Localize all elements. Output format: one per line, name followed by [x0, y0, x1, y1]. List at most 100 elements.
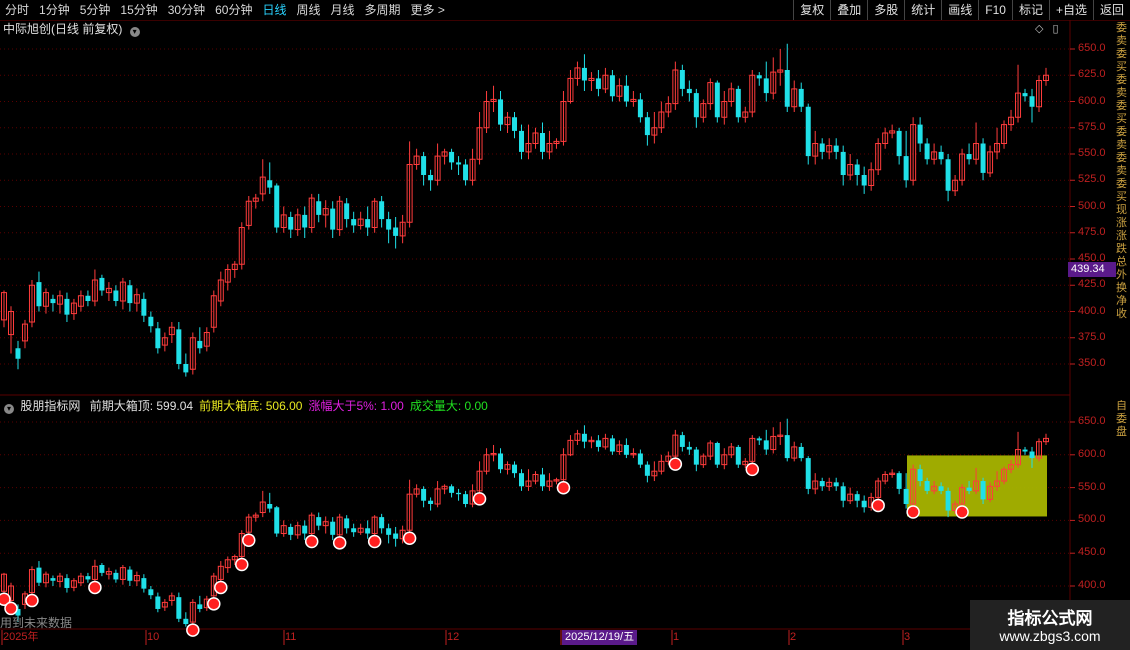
- main-candle-body: [924, 143, 930, 160]
- main-candle-body: [1029, 96, 1035, 107]
- main-candle-body: [854, 164, 860, 175]
- ind-candle-body: [85, 576, 91, 580]
- main-candle-body: [267, 180, 273, 188]
- main-candle-body: [351, 219, 357, 226]
- ind-candle-body: [113, 572, 119, 580]
- main-candle-body: [176, 329, 182, 364]
- signal-marker: [25, 593, 39, 608]
- ind-candle-body: [267, 504, 273, 509]
- ind-candle-body: [428, 500, 434, 504]
- main-candle-body: [421, 156, 427, 175]
- main-candle-body: [379, 201, 385, 220]
- ind-candle-body: [693, 449, 699, 465]
- ind-candle-body: [833, 482, 839, 487]
- ind-candle-body: [463, 494, 469, 504]
- main-candle-body: [85, 295, 91, 301]
- main-tick-label: 575.0: [1078, 120, 1106, 133]
- main-candle-body: [756, 75, 762, 79]
- main-candle-body: [644, 117, 650, 136]
- ind-candle-body: [686, 446, 692, 450]
- ind-candle-body: [609, 438, 615, 452]
- signal-marker: [207, 597, 221, 611]
- main-tick-label: 600.0: [1078, 94, 1106, 107]
- ind-candle-body: [854, 494, 860, 501]
- ind-candle-body: [176, 597, 182, 619]
- ind-candle-body: [330, 521, 336, 535]
- quote-side-column: 委卖委买委卖委买委卖委卖委买现涨涨跌总外换净收: [1116, 22, 1127, 320]
- indicator-side-column: 自委盘: [1116, 400, 1127, 438]
- signal-marker: [668, 457, 683, 471]
- main-candle-body: [714, 82, 720, 118]
- ind-candle-body: [512, 464, 518, 474]
- main-candle-body: [274, 185, 280, 228]
- ind-candle-body: [623, 444, 629, 455]
- ind-candle-body: [351, 528, 357, 533]
- main-candle-body: [686, 88, 692, 94]
- main-candle-body: [519, 130, 525, 152]
- ind-candle-body: [861, 500, 867, 508]
- main-candle-body: [798, 88, 804, 107]
- main-tick-label: 375.0: [1078, 330, 1106, 343]
- ind-candle-body: [763, 440, 769, 450]
- ind-candle-body: [595, 440, 601, 447]
- main-candle-body: [498, 99, 504, 125]
- main-candle-body: [99, 277, 105, 291]
- main-candle-body: [288, 217, 294, 230]
- main-candle-body: [917, 124, 923, 144]
- main-candle-body: [693, 93, 699, 118]
- main-candle-body: [938, 151, 944, 160]
- ind-candle-body: [917, 469, 923, 482]
- ind-candle-body: [735, 446, 741, 465]
- main-candle-body: [141, 298, 147, 316]
- signal-marker: [332, 536, 347, 550]
- ind-candle-body: [840, 486, 846, 501]
- main-tick-label: 525.0: [1078, 173, 1106, 186]
- ind-candle-body: [980, 481, 986, 500]
- main-tick-label: 550.0: [1078, 147, 1106, 159]
- main-candle-body: [50, 298, 56, 304]
- signal-marker: [304, 534, 319, 549]
- ind-tick-label: 500.0: [1078, 513, 1106, 526]
- main-candle-body: [148, 316, 154, 327]
- date-label: 10: [147, 631, 160, 643]
- ind-candle-body: [365, 528, 371, 534]
- watermark-title: 指标公式网: [1007, 609, 1093, 628]
- signal-marker: [906, 505, 920, 519]
- signal-marker: [214, 580, 228, 595]
- main-candle-body: [155, 328, 161, 349]
- signal-marker: [955, 505, 969, 519]
- kline-chart[interactable]: [0, 0, 1130, 650]
- signal-marker: [367, 534, 382, 549]
- main-candle-body: [735, 88, 741, 118]
- main-candle-body: [980, 143, 986, 173]
- ind-tick-label: 650.0: [1078, 415, 1106, 427]
- main-candle-body: [581, 67, 587, 81]
- main-tick-label: 650.0: [1078, 42, 1106, 54]
- future-data-hint: 用到未来数据: [0, 616, 73, 630]
- ind-candle-body: [155, 596, 161, 609]
- main-candle-body: [539, 133, 545, 152]
- date-label: 2025年: [3, 631, 39, 643]
- main-candle-body: [64, 298, 70, 315]
- ind-candle-body: [36, 567, 42, 583]
- ind-candle-body: [274, 507, 280, 534]
- ind-candle-body: [798, 446, 804, 459]
- ind-candle-body: [316, 517, 322, 526]
- ind-candle-body: [1022, 449, 1028, 452]
- main-candle-body: [330, 208, 336, 230]
- main-candle-body: [15, 348, 21, 359]
- main-tick-label: 500.0: [1078, 199, 1106, 212]
- ind-candle-body: [581, 433, 587, 442]
- ind-candle-body: [344, 518, 350, 529]
- ind-candle-body: [379, 517, 385, 529]
- main-candle-body: [966, 154, 972, 160]
- watermark-url: www.zbgs3.com: [999, 628, 1101, 644]
- ind-candle-body: [148, 589, 154, 596]
- ind-candle-body: [1029, 451, 1035, 459]
- date-label: 12: [447, 631, 460, 643]
- ind-candle-body: [393, 533, 399, 539]
- ind-candle-body: [938, 486, 944, 491]
- ind-tick-label: 550.0: [1078, 480, 1106, 493]
- main-candle-body: [344, 203, 350, 220]
- ind-candle-body: [966, 487, 972, 491]
